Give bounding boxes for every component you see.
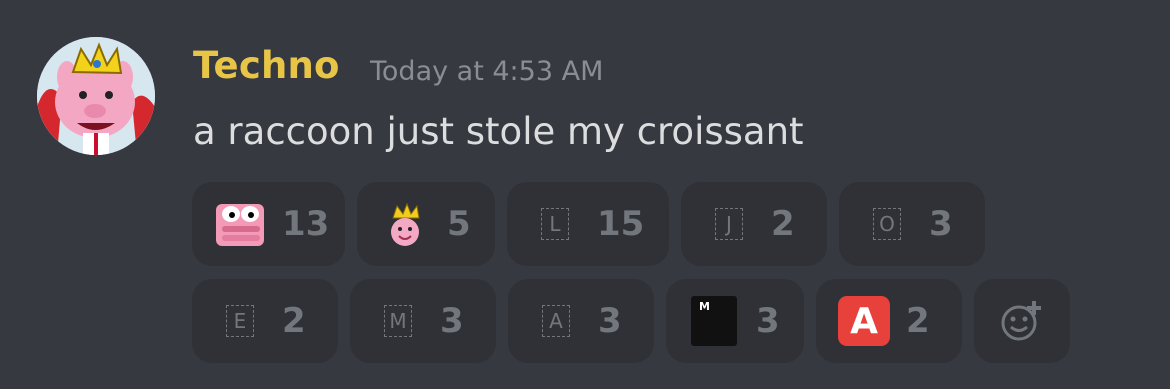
reaction-count: 13 <box>282 204 330 244</box>
reactions-bar: 13 5 L 15 J 2 O 3 E 2 M 3 A 3 M 3 A 2 <box>192 182 1152 376</box>
reactions-row: E 2 M 3 A 3 M 3 A 2 <box>192 279 1152 363</box>
crowned-pig-emoji-icon <box>379 198 431 250</box>
reaction-button[interactable]: O 3 <box>839 182 985 266</box>
pink-pig-face-emoji-icon <box>214 198 266 250</box>
regional-indicator-o-icon: O <box>861 198 913 250</box>
regional-indicator-e-icon: E <box>214 295 266 347</box>
a-button-emoji-icon: A <box>838 295 890 347</box>
reaction-count: 3 <box>440 301 464 341</box>
reaction-button[interactable]: M 3 <box>666 279 804 363</box>
pig-avatar-icon <box>37 37 155 155</box>
message-content: a raccoon just stole my croissant <box>193 110 804 153</box>
author-name[interactable]: Techno <box>193 44 340 87</box>
reactions-row: 13 5 L 15 J 2 O 3 <box>192 182 1152 266</box>
m-keycap-emoji-icon: M <box>688 295 740 347</box>
add-reaction-icon <box>1001 301 1041 341</box>
add-reaction-button[interactable] <box>974 279 1070 363</box>
reaction-count: 2 <box>771 204 795 244</box>
regional-indicator-m-icon: M <box>372 295 424 347</box>
reaction-button[interactable]: 13 <box>192 182 345 266</box>
reaction-count: 3 <box>929 204 953 244</box>
regional-indicator-a-icon: A <box>530 295 582 347</box>
reaction-count: 3 <box>598 301 622 341</box>
message-timestamp: Today at 4:53 AM <box>370 56 604 87</box>
reaction-count: 3 <box>756 301 780 341</box>
reaction-count: 5 <box>447 204 471 244</box>
regional-indicator-j-icon: J <box>703 198 755 250</box>
reaction-button[interactable]: J 2 <box>681 182 827 266</box>
reaction-button[interactable]: A 2 <box>816 279 962 363</box>
reaction-count: 15 <box>597 204 645 244</box>
reaction-count: 2 <box>282 301 306 341</box>
regional-indicator-l-icon: L <box>529 198 581 250</box>
reaction-button[interactable]: A 3 <box>508 279 654 363</box>
reaction-button[interactable]: 5 <box>357 182 495 266</box>
reaction-button[interactable]: L 15 <box>507 182 669 266</box>
avatar[interactable] <box>37 37 155 155</box>
reaction-button[interactable]: E 2 <box>192 279 338 363</box>
reaction-button[interactable]: M 3 <box>350 279 496 363</box>
reaction-count: 2 <box>906 301 930 341</box>
